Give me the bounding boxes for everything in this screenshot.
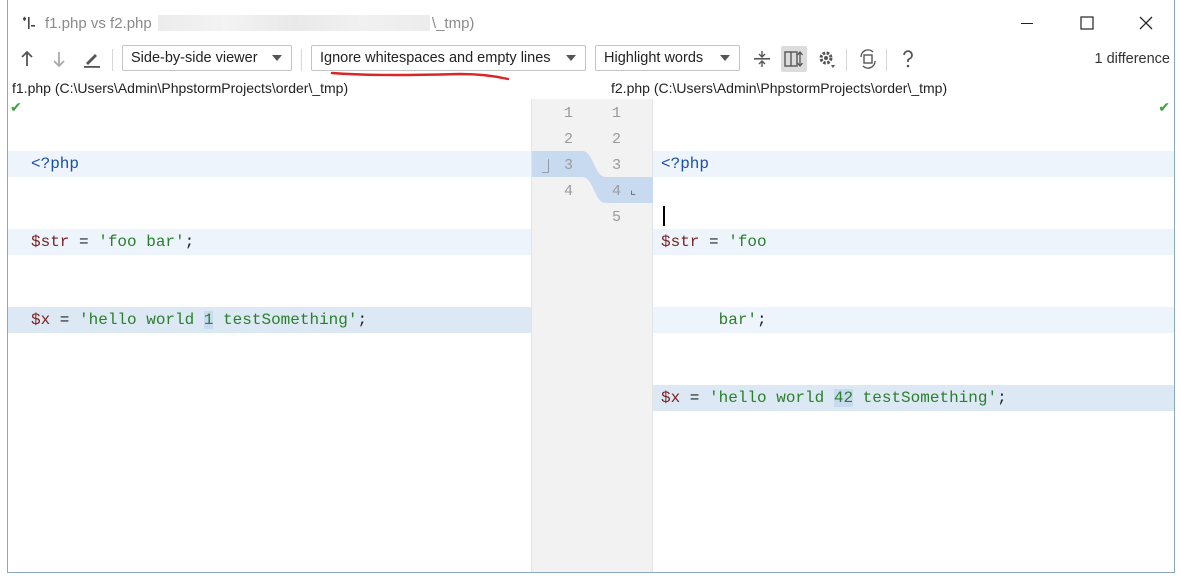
highlight-mode-dropdown[interactable]: Highlight words [595, 45, 740, 71]
app-diff-icon [23, 16, 35, 29]
revert-button[interactable] [857, 48, 879, 70]
highlight-mode-label: Highlight words [604, 50, 704, 66]
sync-scroll-toggle[interactable] [781, 46, 807, 72]
minimize-icon [1021, 23, 1033, 24]
right-editor[interactable]: ✔ <?php $str = 'foo bar'; $x = 'hello wo… [653, 99, 1174, 572]
settings-icon [819, 51, 835, 68]
right-file-path: f2.php (C:\Users\Admin\PhpstormProjects\… [611, 80, 948, 96]
toolbar-separator [301, 49, 302, 71]
collapse-unchanged-icon [754, 51, 770, 67]
chevron-down-icon [566, 55, 576, 61]
chevron-down-icon [720, 55, 730, 61]
apply-change-icon[interactable]: ⌞ [630, 182, 636, 198]
right-line-5 [653, 463, 1174, 489]
right-line-2: $str = 'foo [653, 229, 1174, 255]
maximize-button[interactable] [1064, 8, 1110, 38]
title-bar: f1.php vs f2.php \_tmp) [8, 0, 1174, 46]
diff-toolbar: Side-by-side viewer Ignore whitespaces a… [8, 43, 1174, 81]
left-line-number: 1 [564, 105, 574, 122]
diff-gutter: 1 2 3 4 ⏌ 1 2 3 4 5 ⌞ [531, 99, 654, 572]
edit-icon [84, 54, 100, 68]
right-line-number: 1 [612, 105, 622, 122]
left-file-path: f1.php (C:\Users\Admin\PhpstormProjects\… [12, 80, 349, 96]
window-title-files: f1.php vs f2.php [45, 15, 152, 32]
right-line-number: 2 [612, 131, 622, 148]
close-button[interactable] [1123, 8, 1169, 38]
redacted-path [157, 15, 430, 31]
minimize-button[interactable] [1004, 8, 1050, 38]
window-title-path: \_tmp) [431, 15, 475, 32]
right-code: <?php $str = 'foo bar'; $x = 'hello worl… [653, 99, 1174, 541]
help-button[interactable] [897, 48, 919, 70]
next-diff-button[interactable] [48, 48, 70, 70]
right-line-number: 5 [612, 209, 622, 226]
left-line-number: 2 [564, 131, 574, 148]
prev-diff-icon [21, 50, 33, 66]
left-editor[interactable]: ✔ <?php $str = 'foo bar'; $x = 'hello wo… [8, 99, 531, 572]
next-diff-icon [53, 52, 65, 68]
right-line-number: 4 [612, 183, 622, 200]
red-underline-annotation [330, 71, 510, 81]
left-code: <?php $str = 'foo bar'; $x = 'hello worl… [8, 99, 531, 385]
settings-button[interactable] [816, 48, 838, 70]
right-line-3: bar'; [653, 307, 1174, 333]
left-line-3: $x = 'hello world 1 testSomething'; [8, 307, 531, 333]
window-title: f1.php vs f2.php \_tmp) [45, 15, 474, 32]
sync-scroll-icon [784, 50, 803, 68]
apply-change-icon[interactable]: ⏌ [542, 156, 555, 175]
prev-diff-button[interactable] [16, 48, 38, 70]
whitespace-mode-dropdown[interactable]: Ignore whitespaces and empty lines [311, 45, 586, 71]
viewer-mode-dropdown[interactable]: Side-by-side viewer [122, 45, 292, 71]
revert-icon [860, 49, 876, 69]
left-line-number: 4 [564, 183, 574, 200]
viewer-mode-label: Side-by-side viewer [131, 50, 258, 66]
difference-count: 1 difference [1094, 51, 1170, 67]
left-line-1: <?php [8, 151, 531, 177]
whitespace-mode-label: Ignore whitespaces and empty lines [320, 50, 551, 66]
toolbar-separator [112, 49, 113, 71]
collapse-unchanged-button[interactable] [751, 48, 773, 70]
toolbar-separator [846, 49, 847, 71]
help-icon [903, 50, 913, 68]
right-line-number: 3 [612, 157, 622, 174]
right-line-4: $x = 'hello world 42 testSomething'; [653, 385, 1174, 411]
text-cursor [663, 206, 665, 226]
toolbar-separator [886, 49, 887, 71]
left-line-number: 3 [564, 157, 574, 174]
diff-window: f1.php vs f2.php \_tmp) Side-by-side vie… [7, 0, 1175, 573]
chevron-down-icon [272, 55, 282, 61]
close-icon [1139, 16, 1153, 30]
edit-source-button[interactable] [81, 48, 103, 70]
right-line-1: <?php [653, 151, 1174, 177]
maximize-icon [1080, 16, 1094, 30]
left-line-2: $str = 'foo bar'; [8, 229, 531, 255]
